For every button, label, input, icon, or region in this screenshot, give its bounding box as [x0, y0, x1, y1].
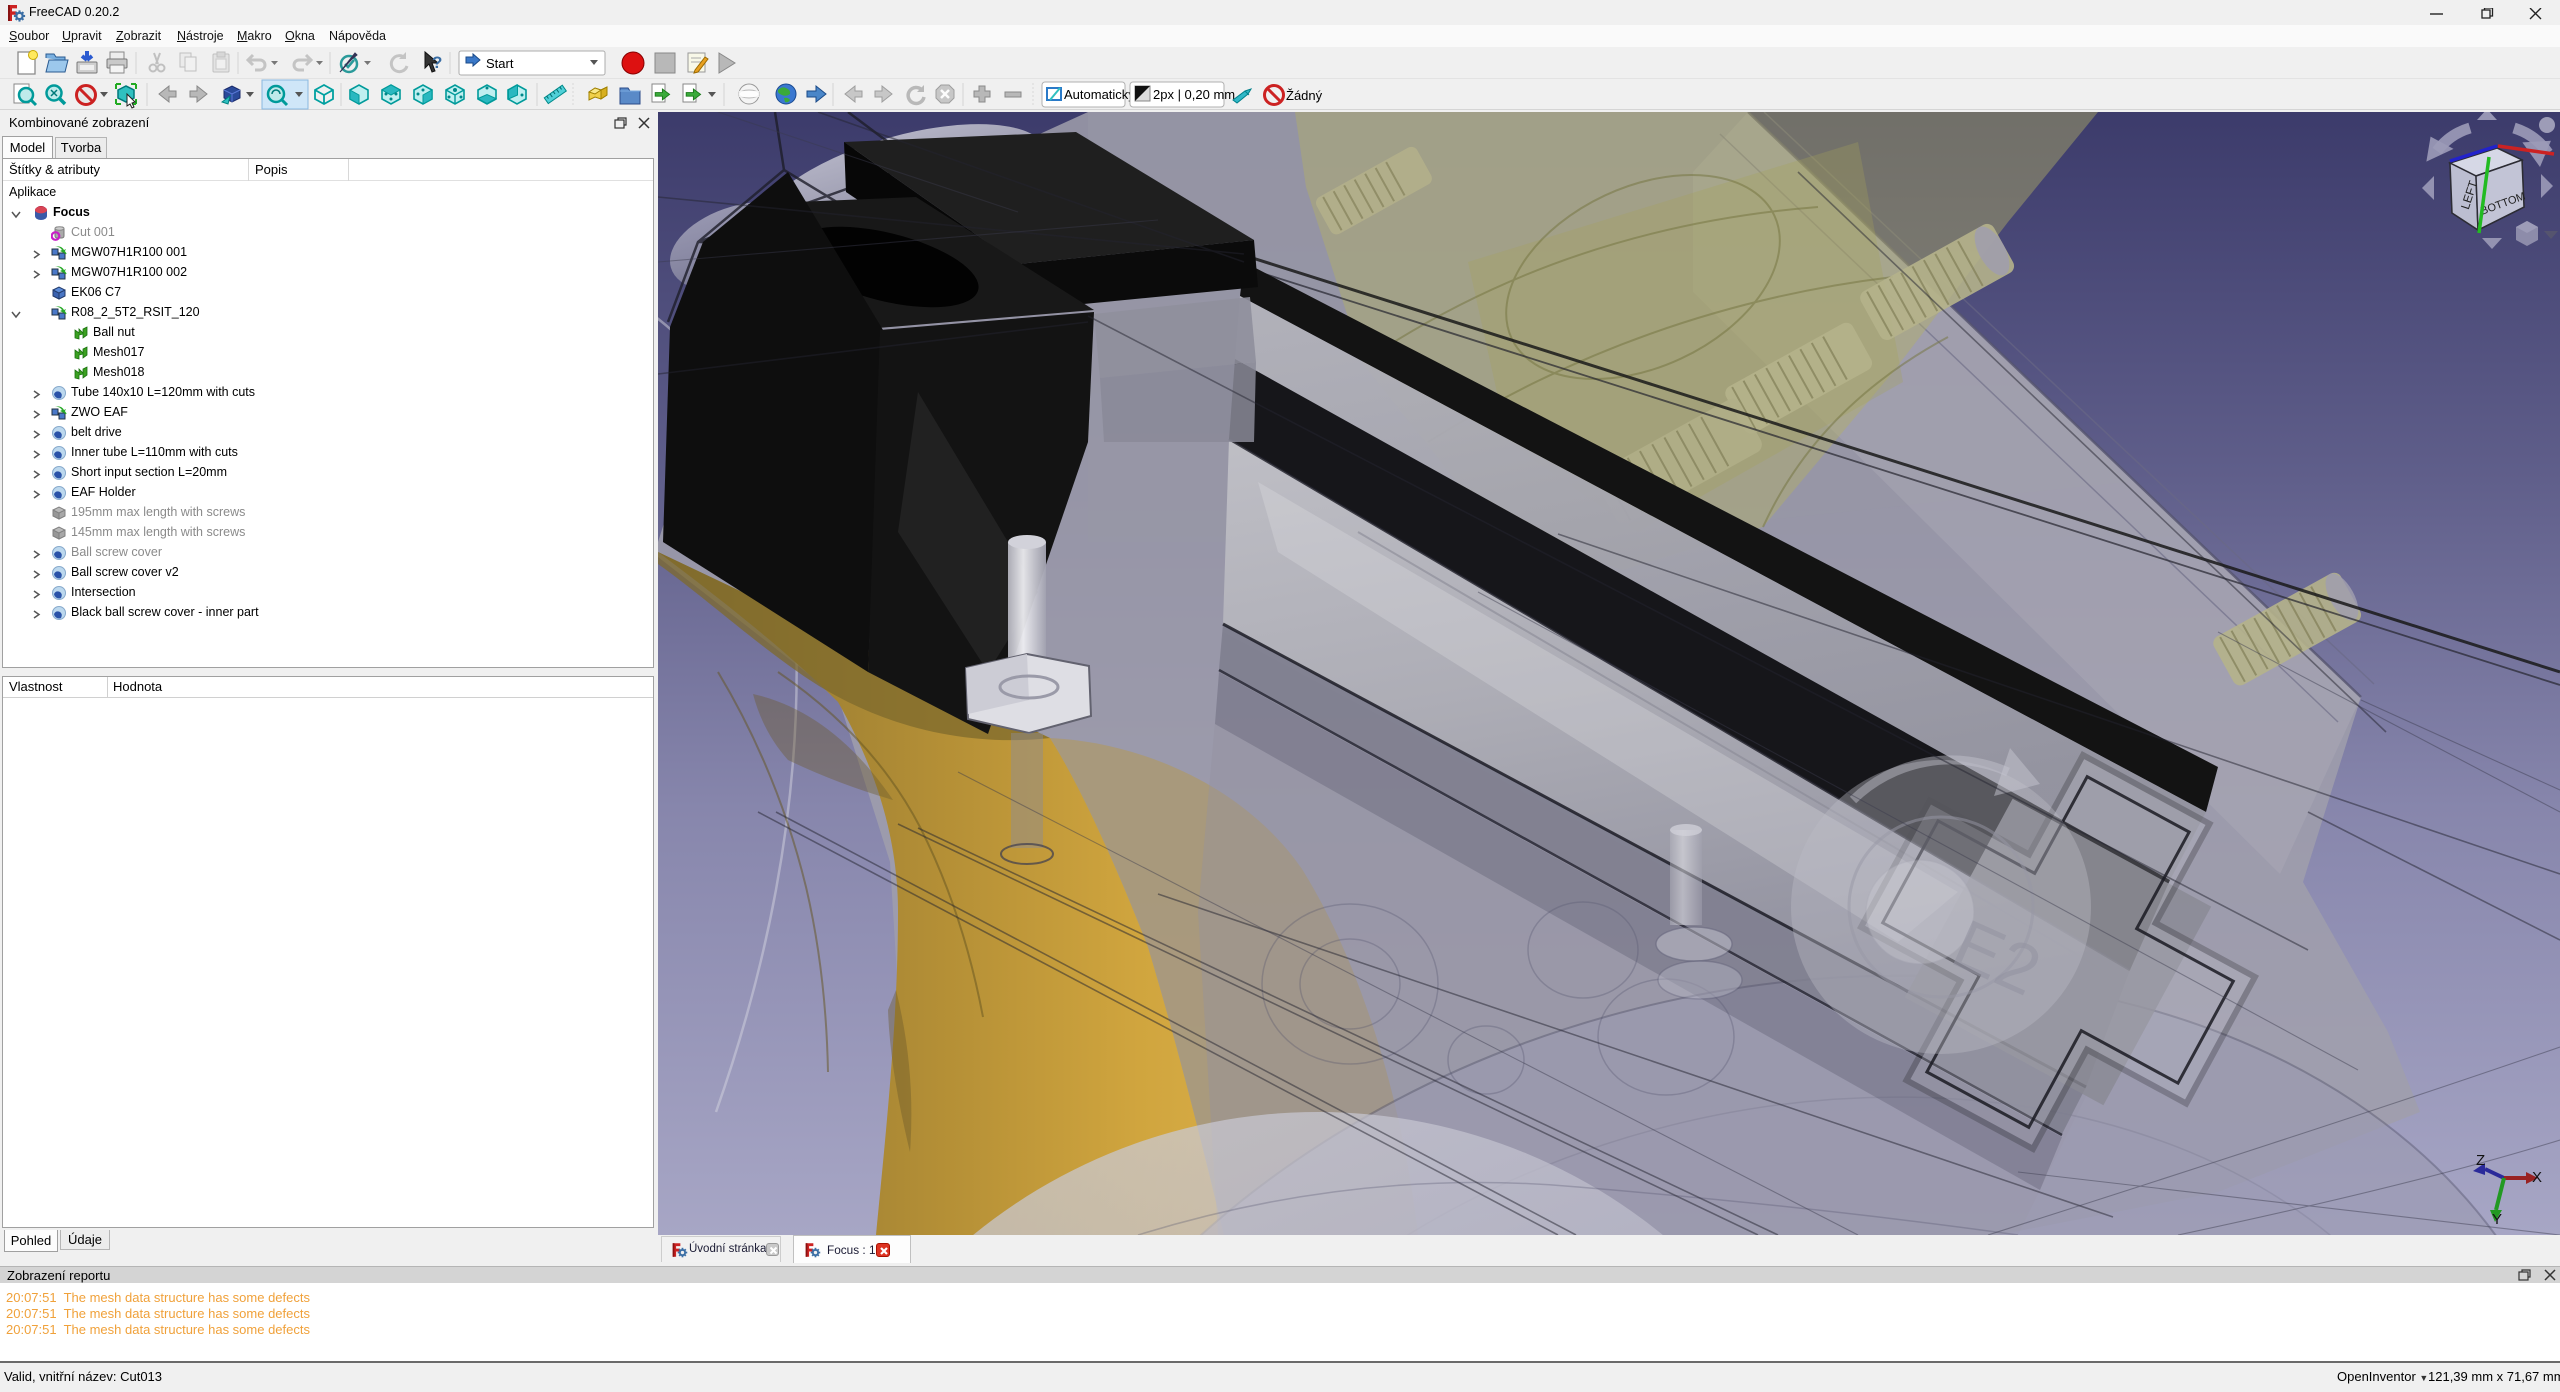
svg-text:?: ?	[432, 53, 442, 72]
svg-text:Start: Start	[486, 56, 514, 71]
svg-text:Z: Z	[2476, 1152, 2485, 1169]
svg-text:2px | 0,20 mm: 2px | 0,20 mm	[1153, 87, 1235, 102]
svg-text:Automaticky: Automaticky	[1064, 87, 1135, 102]
svg-text:X: X	[2532, 1169, 2542, 1186]
svg-text:Y: Y	[2492, 1211, 2502, 1228]
svg-text:Žádný: Žádný	[1286, 88, 1323, 103]
